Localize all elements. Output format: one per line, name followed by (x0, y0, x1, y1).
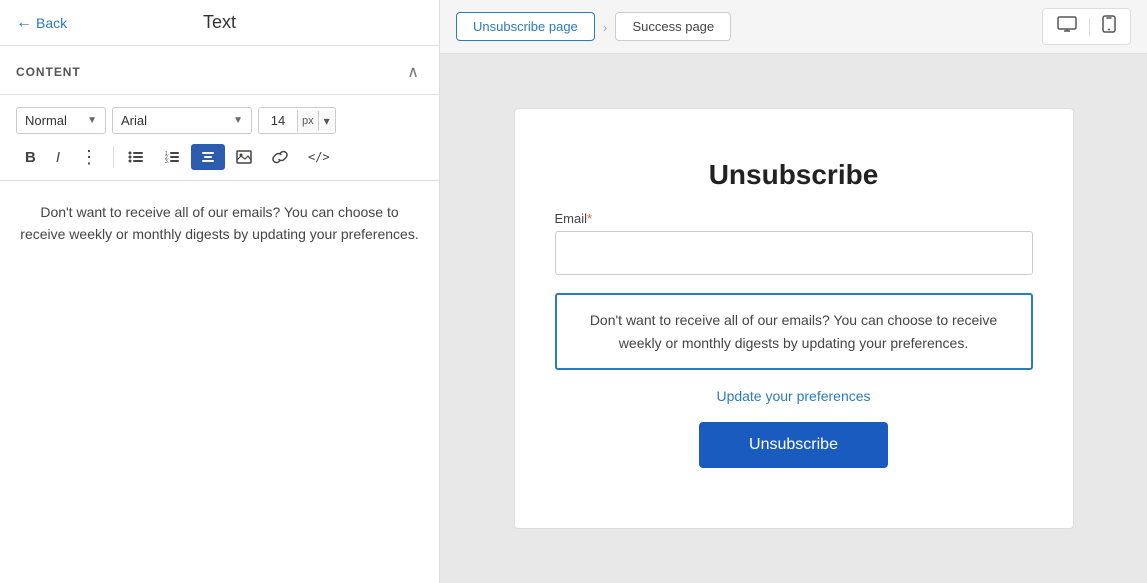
back-label: Back (36, 15, 67, 31)
font-selected: Arial (121, 113, 147, 128)
image-icon (236, 150, 252, 164)
align-center-icon (200, 150, 216, 164)
update-preferences-link[interactable]: Update your preferences (716, 388, 870, 404)
toolbar-row1: Normal ▼ Arial ▼ px ▾ (16, 107, 423, 134)
nav-arrow-icon: › (603, 19, 608, 35)
code-button[interactable]: </> (299, 144, 339, 170)
right-top-bar: Unsubscribe page › Success page (440, 0, 1147, 54)
font-dropdown[interactable]: Arial ▼ (112, 107, 252, 134)
italic-icon: I (56, 149, 60, 166)
desktop-view-button[interactable] (1053, 14, 1081, 39)
editor-text[interactable]: Don't want to receive all of our emails?… (16, 201, 423, 246)
style-dropdown[interactable]: Normal ▼ (16, 107, 106, 134)
italic-button[interactable]: I (47, 143, 69, 172)
bold-icon: B (25, 149, 36, 166)
font-dropdown-arrow-icon: ▼ (233, 115, 243, 126)
link-icon (272, 150, 288, 164)
font-size-arrows-icon[interactable]: ▾ (318, 111, 335, 131)
style-selected: Normal (25, 113, 67, 128)
ordered-list-button[interactable]: 1. 2. 3. (155, 144, 189, 170)
link-button[interactable] (263, 144, 297, 170)
left-panel: ← Back Text CONTENT ∧ Normal ▼ Arial ▼ p… (0, 0, 440, 583)
style-dropdown-arrow-icon: ▼ (87, 115, 97, 126)
required-indicator: * (587, 211, 592, 226)
content-section-header: CONTENT ∧ (0, 46, 439, 95)
mobile-view-button[interactable] (1098, 13, 1120, 40)
bold-button[interactable]: B (16, 143, 45, 172)
preview-body-text: Don't want to receive all of our emails?… (590, 312, 997, 350)
font-size-control: px ▾ (258, 107, 336, 134)
view-icons (1042, 8, 1131, 45)
toolbar-separator (113, 146, 114, 168)
email-label: Email* (555, 211, 1033, 226)
right-panel: Unsubscribe page › Success page (440, 0, 1147, 583)
font-size-unit: px (297, 110, 318, 132)
back-button[interactable]: ← Back (16, 14, 67, 32)
toolbar-area: Normal ▼ Arial ▼ px ▾ B I ⋮ (0, 95, 439, 181)
email-input[interactable] (555, 231, 1033, 275)
unordered-list-icon (128, 150, 144, 164)
editor-area[interactable]: Don't want to receive all of our emails?… (0, 181, 439, 583)
preview-title: Unsubscribe (709, 159, 879, 191)
preview-card: Unsubscribe Email* Don't want to receive… (514, 108, 1074, 529)
mobile-icon (1102, 15, 1116, 33)
preview-text-box: Don't want to receive all of our emails?… (555, 293, 1033, 370)
unsubscribe-button[interactable]: Unsubscribe (699, 422, 888, 468)
view-separator (1089, 18, 1090, 36)
collapse-button[interactable]: ∧ (403, 60, 423, 84)
desktop-icon (1057, 16, 1077, 32)
back-arrow-icon: ← (16, 14, 32, 32)
success-page-button[interactable]: Success page (615, 12, 731, 41)
code-icon: </> (308, 150, 330, 164)
top-bar: ← Back Text (0, 0, 439, 46)
more-options-button[interactable]: ⋮ (71, 142, 108, 172)
align-center-button[interactable] (191, 144, 225, 170)
unsubscribe-page-button[interactable]: Unsubscribe page (456, 12, 595, 41)
page-nav: Unsubscribe page › Success page (456, 12, 731, 41)
content-label: CONTENT (16, 65, 81, 79)
svg-text:3.: 3. (165, 159, 169, 164)
preview-form: Email* Don't want to receive all of our … (555, 211, 1033, 468)
email-label-text: Email (555, 211, 588, 226)
ordered-list-icon: 1. 2. 3. (164, 150, 180, 164)
preview-area: Unsubscribe Email* Don't want to receive… (440, 54, 1147, 583)
image-button[interactable] (227, 144, 261, 170)
font-size-input[interactable] (259, 108, 297, 133)
more-options-icon: ⋮ (80, 148, 99, 166)
toolbar-row2: B I ⋮ 1. (16, 142, 423, 172)
panel-title: Text (203, 12, 236, 33)
email-form-group: Email* (555, 211, 1033, 275)
unordered-list-button[interactable] (119, 144, 153, 170)
